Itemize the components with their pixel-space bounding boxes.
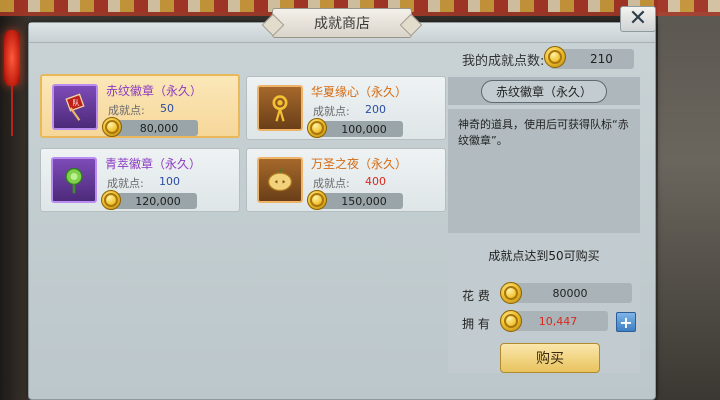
item-points-value: 200 [365,103,386,116]
svg-text:队: 队 [72,98,79,107]
my-points-box: 210 [544,46,635,69]
pumpkin-icon [257,157,303,203]
plus-icon: + [619,312,633,332]
owned-box: 10,447 [500,310,608,332]
cost-value: 80000 [552,286,588,300]
coin-icon [101,190,121,210]
item-points-label: 成就点: [313,105,350,118]
coin-icon [500,282,522,304]
owned-label: 拥 有 [462,317,490,331]
item-list: 队 赤纹徽章（永久） 成就点: 50 80,000 华夏缘心（永久） 成就点: … [36,72,450,372]
flag-badge-icon: 队 [52,84,98,130]
item-detail-panel: 赤纹徽章（永久） 神奇的道具，使用后可获得队标“赤纹徽章”。 成就点达到50可购… [448,77,640,373]
close-button[interactable]: ✕ [620,6,656,32]
close-icon: ✕ [628,6,648,31]
shop-item-card[interactable]: 队 赤纹徽章（永久） 成就点: 50 80,000 [40,74,240,138]
item-points-value: 400 [365,175,386,188]
item-price-value: 150,000 [341,194,387,208]
background-scenery [658,0,720,400]
coin-icon [307,118,327,138]
window-title-text: 成就商店 [314,16,370,32]
achievement-medal-icon [544,46,567,68]
coin-icon [307,190,327,210]
detail-title-bar: 赤纹徽章（永久） [448,77,640,105]
item-price: 100,000 [307,118,403,138]
purchase-requirement: 成就点达到50可购买 [488,249,600,263]
my-points-label: 我的成就点数: [462,53,545,69]
my-points-value: 210 [589,52,613,66]
detail-description: 神奇的道具，使用后可获得队标“赤纹徽章”。 [448,109,640,233]
shop-item-card[interactable]: 青萃徽章（永久） 成就点: 100 120,000 [40,148,240,212]
add-currency-button[interactable]: + [616,312,636,332]
red-lantern-decoration [4,30,20,86]
item-name: 青萃徽章（永久） [105,157,202,171]
lantern-tassel-decoration [11,86,13,136]
item-price-value: 120,000 [135,194,181,208]
item-price: 150,000 [307,190,403,210]
item-points-value: 100 [159,175,180,188]
detail-title: 赤纹徽章（永久） [480,79,607,103]
item-points-label: 成就点: [313,177,350,190]
item-name: 赤纹徽章（永久） [106,84,203,98]
cost-box: 80000 [500,282,632,304]
window-title: 成就商店 [272,8,412,38]
item-price-value: 100,000 [341,122,387,136]
buy-button-label: 购买 [536,351,564,367]
chinese-knot-icon [257,85,303,131]
item-price: 80,000 [102,117,198,137]
item-price: 120,000 [101,190,197,210]
owned-value: 10,447 [538,314,578,328]
item-name: 万圣之夜（永久） [311,157,408,171]
coin-icon [102,117,122,137]
item-points-value: 50 [160,102,174,115]
item-name: 华夏缘心（永久） [311,85,408,99]
item-points-label: 成就点: [107,177,144,190]
buy-button[interactable]: 购买 [500,343,600,373]
shop-item-card[interactable]: 万圣之夜（永久） 成就点: 400 150,000 [246,148,446,212]
green-fan-icon [51,157,97,203]
coin-icon [500,310,522,332]
shop-item-card[interactable]: 华夏缘心（永久） 成就点: 200 100,000 [246,76,446,140]
cost-label: 花 费 [462,289,490,303]
purchase-section: 成就点达到50可购买 花 费 80000 拥 有 10,447 + 购买 [448,237,640,373]
item-points-label: 成就点: [108,104,145,117]
item-price-value: 80,000 [139,121,179,135]
my-points-row: 我的成就点数: 210 [462,46,635,69]
